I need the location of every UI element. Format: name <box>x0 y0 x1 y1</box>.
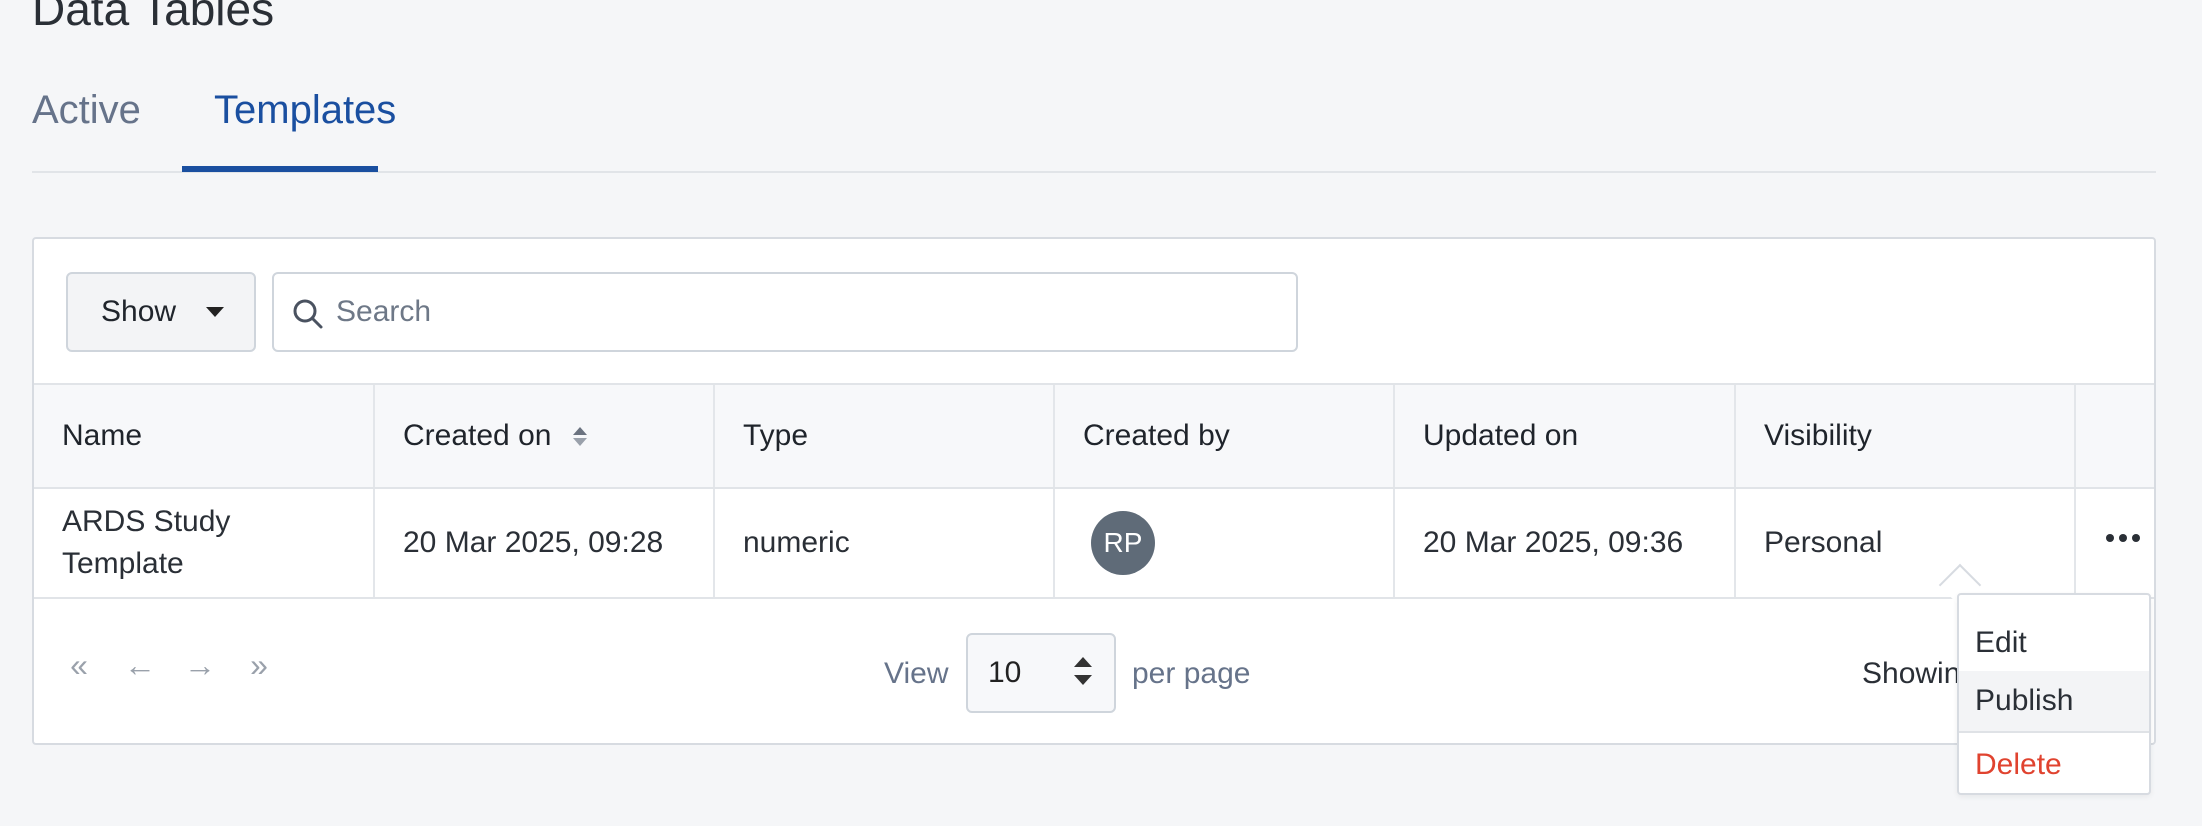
column-header-created-by[interactable]: Created by <box>1055 385 1395 487</box>
menu-item-publish[interactable]: Publish <box>1959 671 2149 731</box>
templates-table: Name Created on Type Created by Updated … <box>34 383 2154 599</box>
cell-actions <box>2076 489 2154 597</box>
table-footer: « ← → » View 10 per page Showin <box>34 601 2154 741</box>
cell-visibility: Personal <box>1736 489 2076 597</box>
search-input[interactable] <box>336 276 1276 348</box>
name-line-1: ARDS Study <box>62 505 231 538</box>
menu-item-delete[interactable]: Delete <box>1959 735 2149 795</box>
stepper-arrows-icon[interactable] <box>1074 657 1092 685</box>
show-button-label: Show <box>101 295 177 328</box>
page-title: Data Tables <box>32 0 275 35</box>
column-header-updated-on[interactable]: Updated on <box>1395 385 1736 487</box>
cell-type: numeric <box>715 489 1055 597</box>
column-header-created-on[interactable]: Created on <box>375 385 715 487</box>
menu-divider <box>1959 731 2149 733</box>
sort-icon[interactable] <box>573 426 588 446</box>
templates-card: Show Name Created on Type Created by Upd… <box>32 237 2156 745</box>
cell-created-by: RP <box>1055 489 1395 597</box>
search-icon <box>293 299 323 329</box>
last-page-icon[interactable]: » <box>244 647 274 684</box>
active-tab-indicator <box>182 166 378 172</box>
avatar: RP <box>1091 511 1155 575</box>
showing-count: Showin <box>1862 657 1961 690</box>
more-actions-icon[interactable] <box>2106 527 2146 549</box>
next-page-icon[interactable]: → <box>184 647 216 684</box>
column-header-actions <box>2076 385 2154 487</box>
tab-templates[interactable]: Templates <box>214 90 396 130</box>
cell-updated-on: 20 Mar 2025, 09:36 <box>1395 489 1736 597</box>
caret-down-icon <box>206 307 224 317</box>
view-label: View <box>884 657 949 690</box>
per-page-value: 10 <box>988 656 1022 689</box>
column-header-type[interactable]: Type <box>715 385 1055 487</box>
cell-name[interactable]: ARDS Study Template <box>34 489 375 597</box>
table-row[interactable]: ARDS Study Template 20 Mar 2025, 09:28 n… <box>34 489 2154 599</box>
tab-bar: Active Templates <box>32 78 2156 173</box>
previous-page-icon[interactable]: ← <box>124 647 156 684</box>
search-box <box>272 272 1298 352</box>
per-page-label: per page <box>1132 657 1251 690</box>
table-header: Name Created on Type Created by Updated … <box>34 385 2154 489</box>
show-dropdown-button[interactable]: Show <box>66 272 256 352</box>
column-header-created-on-label: Created on <box>403 419 552 452</box>
column-header-visibility[interactable]: Visibility <box>1736 385 2076 487</box>
name-line-2: Template <box>62 547 184 580</box>
row-actions-menu: Edit Publish Delete <box>1957 593 2151 795</box>
column-header-name[interactable]: Name <box>34 385 375 487</box>
per-page-stepper[interactable]: 10 <box>966 633 1116 713</box>
tab-active[interactable]: Active <box>32 90 141 130</box>
pagination-controls: « ← → » <box>64 647 274 684</box>
menu-item-edit[interactable]: Edit <box>1959 613 2149 673</box>
first-page-icon[interactable]: « <box>64 647 94 684</box>
cell-created-on: 20 Mar 2025, 09:28 <box>375 489 715 597</box>
